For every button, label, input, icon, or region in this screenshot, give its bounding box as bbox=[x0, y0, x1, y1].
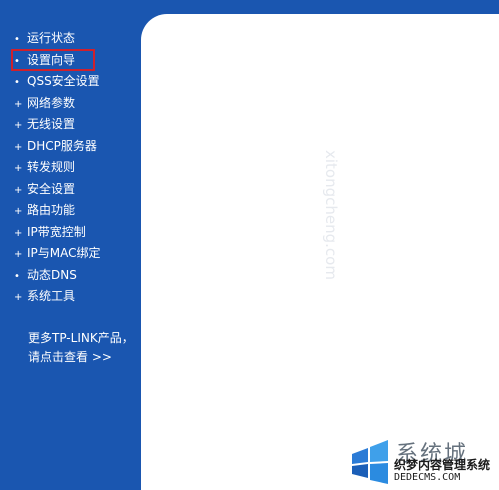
sidebar-item-qss-security[interactable]: • QSS安全设置 bbox=[14, 71, 101, 93]
sidebar-item-system-tools[interactable]: + 系统工具 bbox=[14, 286, 101, 308]
sidebar-item-label: QSS安全设置 bbox=[27, 74, 100, 88]
sidebar-item-label: 设置向导 bbox=[27, 52, 76, 67]
sidebar-item-label: 运行状态 bbox=[27, 31, 76, 45]
sidebar-item-label: IP带宽控制 bbox=[27, 224, 86, 239]
bullet-dot-icon: • bbox=[14, 55, 20, 67]
more-products-link[interactable]: 更多TP-LINK产品， 请点击查看 >> bbox=[28, 329, 134, 367]
expand-plus-icon: + bbox=[14, 292, 23, 303]
sidebar-item-label: 无线设置 bbox=[27, 117, 76, 131]
expand-plus-icon: + bbox=[14, 184, 23, 196]
sidebar-item-label: 安全设置 bbox=[27, 181, 76, 196]
windows-logo-icon bbox=[352, 440, 388, 484]
sidebar-item-label: 网络参数 bbox=[27, 95, 76, 110]
sidebar-item-label: 系统工具 bbox=[27, 289, 76, 303]
more-products-line1: 更多TP-LINK产品， bbox=[28, 331, 134, 345]
sidebar-item-security[interactable]: + 安全设置 bbox=[14, 179, 101, 201]
sidebar-item-label: 转发规则 bbox=[27, 160, 76, 174]
expand-plus-icon: + bbox=[14, 98, 23, 110]
bullet-dot-icon: • bbox=[14, 77, 20, 88]
sidebar-item-wireless[interactable]: + 无线设置 bbox=[14, 114, 101, 136]
sidebar-item-network[interactable]: + 网络参数 bbox=[14, 93, 101, 115]
sidebar-menu: • 运行状态 • 设置向导 • QSS安全设置 + 网络参数 + 无线设置 + DHCP服务… bbox=[14, 28, 101, 308]
sidebar-item-label: IP与MAC绑定 bbox=[27, 246, 101, 260]
sidebar-item-ip-mac-binding[interactable]: + IP与MAC绑定 bbox=[14, 243, 101, 265]
bullet-dot-icon: • bbox=[14, 34, 20, 45]
bullet-dot-icon: • bbox=[14, 270, 20, 282]
expand-plus-icon: + bbox=[14, 120, 23, 131]
sidebar-item-label: 路由功能 bbox=[27, 203, 76, 217]
expand-plus-icon: + bbox=[14, 141, 23, 153]
sidebar-item-status[interactable]: • 运行状态 bbox=[14, 28, 101, 50]
faint-watermark-text: xitongcheng.com bbox=[322, 150, 340, 280]
expand-plus-icon: + bbox=[14, 227, 23, 239]
sidebar-item-routing[interactable]: + 路由功能 bbox=[14, 200, 101, 222]
more-products-line2: 请点击查看 >> bbox=[28, 350, 112, 364]
sidebar-item-dhcp[interactable]: + DHCP服务器 bbox=[14, 136, 101, 158]
sidebar-item-setup-wizard[interactable]: • 设置向导 bbox=[14, 50, 101, 72]
sidebar-item-label: 动态DNS bbox=[27, 267, 77, 282]
sidebar-item-ddns[interactable]: • 动态DNS bbox=[14, 265, 101, 287]
watermark-logo: 系统城 织梦内容管理系统 DEDECMS.COM bbox=[346, 434, 496, 488]
expand-plus-icon: + bbox=[14, 163, 23, 174]
watermark-url-text: DEDECMS.COM bbox=[394, 472, 461, 483]
expand-plus-icon: + bbox=[14, 249, 23, 260]
sidebar-item-bandwidth[interactable]: + IP带宽控制 bbox=[14, 222, 101, 244]
expand-plus-icon: + bbox=[14, 206, 23, 217]
sidebar-item-label: DHCP服务器 bbox=[27, 138, 97, 153]
sidebar-item-forwarding[interactable]: + 转发规则 bbox=[14, 157, 101, 179]
watermark-cn-text: 织梦内容管理系统 bbox=[394, 458, 491, 472]
